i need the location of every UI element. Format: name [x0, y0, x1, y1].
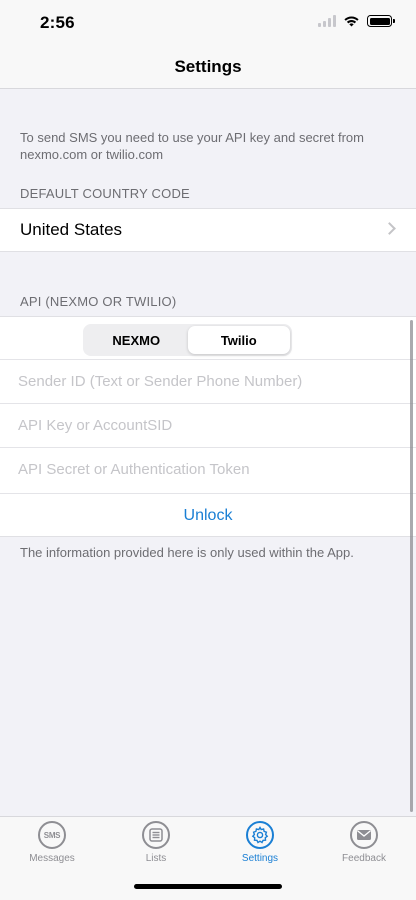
tab-feedback[interactable]: Feedback: [312, 821, 416, 864]
status-icons: [318, 15, 395, 27]
tab-label-messages: Messages: [29, 853, 75, 864]
intro-description: To send SMS you need to use your API key…: [20, 130, 364, 162]
navigation-bar: Settings: [0, 46, 416, 89]
tab-label-settings: Settings: [241, 853, 279, 864]
api-settings-group: NEXMO Twilio Unlock: [0, 316, 416, 537]
unlock-button[interactable]: Unlock: [0, 493, 416, 537]
api-secret-row: [0, 447, 416, 491]
tab-messages[interactable]: SMS Messages: [0, 821, 104, 864]
api-key-input[interactable]: [18, 404, 398, 446]
cellular-signal-icon: [318, 15, 336, 27]
mail-icon: [350, 821, 378, 849]
chevron-right-icon: [383, 222, 396, 235]
status-time: 2:56: [40, 13, 75, 32]
api-secret-input[interactable]: [18, 448, 398, 490]
country-value: United States: [20, 220, 123, 239]
sender-id-row: [0, 359, 416, 403]
status-bar: 2:56: [0, 0, 416, 46]
provider-segmented-control: NEXMO Twilio: [83, 324, 292, 356]
privacy-footer: The information provided here is only us…: [20, 545, 354, 560]
sender-id-input[interactable]: [18, 360, 398, 402]
gear-icon: [246, 821, 274, 849]
unlock-label: Unlock: [183, 506, 233, 524]
country-section-header: DEFAULT COUNTRY CODE: [20, 186, 190, 201]
scrollbar[interactable]: [410, 320, 413, 812]
home-indicator[interactable]: [134, 884, 282, 889]
tab-settings[interactable]: Settings: [208, 821, 312, 864]
page-title: Settings: [174, 57, 242, 76]
wifi-icon: [344, 16, 359, 27]
sms-icon: SMS: [38, 821, 66, 849]
tab-label-feedback: Feedback: [342, 853, 386, 864]
tab-label-lists: Lists: [145, 853, 167, 864]
segment-twilio[interactable]: Twilio: [187, 326, 290, 354]
list-icon: [142, 821, 170, 849]
api-key-row: [0, 403, 416, 447]
country-code-row[interactable]: United States: [0, 208, 416, 252]
api-section-header: API (NEXMO OR TWILIO): [20, 294, 177, 309]
tab-lists[interactable]: Lists: [104, 821, 208, 864]
segment-nexmo[interactable]: NEXMO: [85, 326, 188, 354]
battery-icon: [367, 15, 395, 27]
